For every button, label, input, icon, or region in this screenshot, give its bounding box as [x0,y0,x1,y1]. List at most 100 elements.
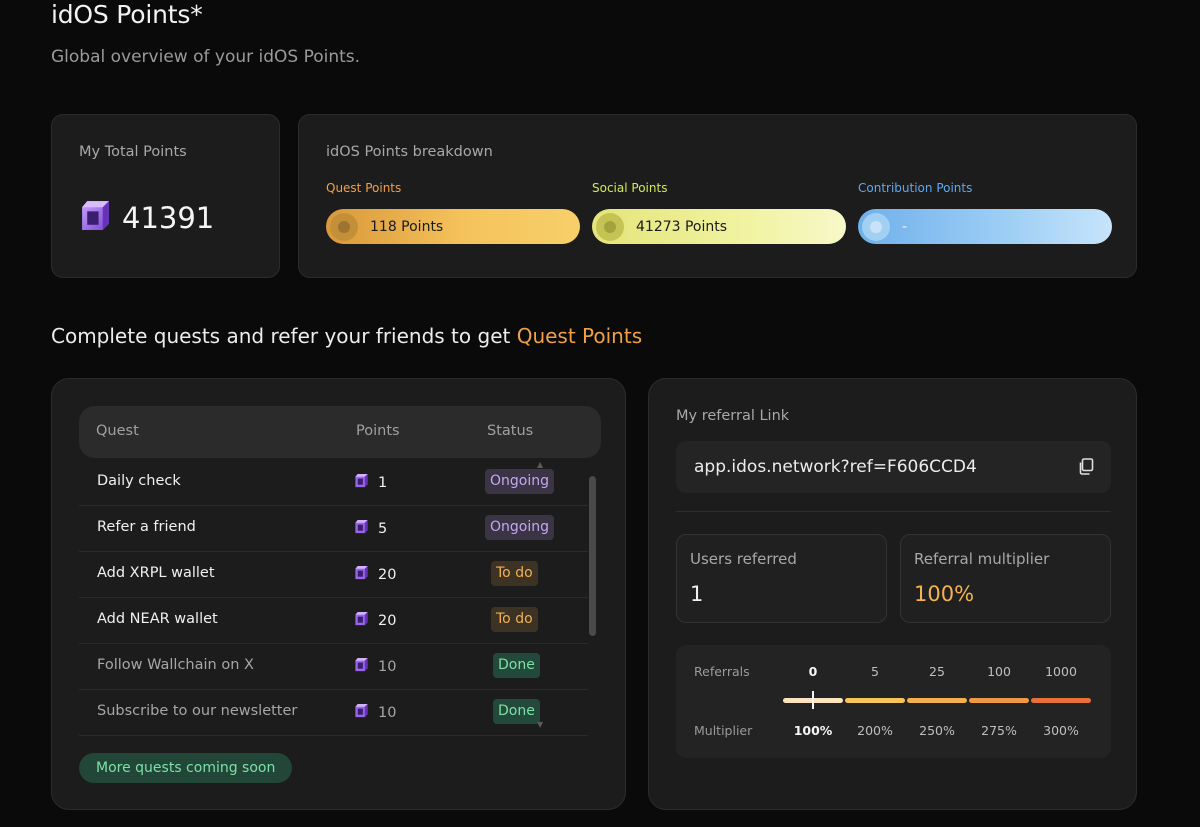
quest-points-value: 10 [378,658,397,675]
status-badge: To do [491,561,538,586]
tier-segment [845,698,905,703]
quests-section-heading: Complete quests and refer your friends t… [51,324,642,348]
tiers-referrals-label: Referrals [694,664,750,679]
quest-name: Refer a friend [97,519,196,535]
referral-card: My referral Link app.idos.network?ref=F6… [648,378,1137,810]
social-points-label: Social Points [592,181,668,195]
column-header-points: Points [356,423,400,439]
total-points-row: 41391 [79,199,214,236]
referral-divider [676,511,1111,512]
social-points-knob-icon [596,212,624,241]
quest-points: 10 [354,703,396,722]
quest-name: Add XRPL wallet [97,565,215,581]
tier-multiplier-value: 100% [793,723,833,738]
cube-points-icon [354,703,369,722]
referral-multiplier-value: 100% [914,582,975,606]
cube-points-icon [354,565,369,584]
total-points-card: My Total Points 41391 [51,114,280,278]
quest-points: 20 [354,611,396,630]
quests-heading-accent: Quest Points [516,324,643,348]
points-breakdown-card: idOS Points breakdown Quest Points 118 P… [298,114,1137,278]
quests-heading-text: Complete quests and refer your friends t… [51,324,517,348]
referral-link-text[interactable]: app.idos.network?ref=F606CCD4 [694,457,977,477]
quest-points-label: Quest Points [326,181,402,195]
tier-referrals-value: 25 [929,664,945,679]
users-referred-box: Users referred 1 [676,534,887,623]
scroll-up-icon[interactable]: ▲ [537,460,543,469]
quest-points-value: 10 [378,704,397,721]
tier-referrals-value: 0 [808,664,818,679]
status-badge: To do [491,607,538,632]
contribution-points-item: Contribution Points - [858,181,1112,244]
tier-referrals-value: 5 [871,664,879,679]
more-quests-badge: More quests coming soon [79,753,293,783]
status-badge: Ongoing [485,469,554,494]
total-points-label: My Total Points [79,144,187,160]
total-points-value: 41391 [122,200,215,235]
copy-icon[interactable] [1078,458,1094,479]
users-referred-label: Users referred [690,550,797,568]
quest-points-pill: 118 Points [326,209,580,244]
referral-link-box[interactable]: app.idos.network?ref=F606CCD4 [676,441,1111,493]
cube-points-icon [354,611,369,630]
cube-points-icon [354,657,369,676]
tier-multiplier-value: 250% [919,723,955,738]
cube-points-icon [79,199,112,236]
social-points-pill: 41273 Points [592,209,846,244]
page-subtitle: Global overview of your idOS Points. [51,47,361,67]
quest-points: 20 [354,565,396,584]
quest-name: Subscribe to our newsletter [97,703,298,719]
tier-multiplier-value: 200% [857,723,893,738]
users-referred-value: 1 [690,582,704,606]
tier-multiplier-value: 275% [981,723,1017,738]
cube-points-icon [354,473,369,492]
current-tier-marker [812,691,814,709]
quest-row[interactable]: Follow Wallchain on X 10 Done [79,644,588,690]
column-header-quest: Quest [96,423,139,439]
tier-referrals-value: 1000 [1045,664,1077,679]
contribution-points-label: Contribution Points [858,181,973,195]
tier-segment [969,698,1029,703]
quest-points: 5 [354,519,387,538]
quest-row[interactable]: Subscribe to our newsletter 10 Done [79,690,588,736]
quest-name: Follow Wallchain on X [97,657,254,673]
quest-points-knob-icon [330,212,358,241]
status-badge: Done [493,653,540,678]
quest-row[interactable]: Add NEAR wallet 20 To do [79,598,588,644]
quest-row[interactable]: Add XRPL wallet 20 To do [79,552,588,598]
quest-points-value: 5 [378,520,388,537]
referral-multiplier-label: Referral multiplier [914,550,1050,568]
scroll-down-icon[interactable]: ▼ [537,720,543,729]
breakdown-label: idOS Points breakdown [326,144,493,160]
quest-points-value: 20 [378,566,397,583]
quest-points-value: 118 Points [370,218,444,235]
quest-name: Add NEAR wallet [97,611,218,627]
tier-segment [907,698,967,703]
referral-tiers: Referrals Multiplier 0 100% 5 200% 25 250% 100… [676,645,1111,758]
column-header-status: Status [487,423,534,439]
quests-table-header: Quest Points Status [79,406,601,458]
contribution-points-pill: - [858,209,1112,244]
tier-multiplier-value: 300% [1043,723,1079,738]
quest-points-value: 1 [378,474,388,491]
contribution-points-knob-icon [862,212,890,241]
quest-points-item: Quest Points 118 Points [326,181,580,244]
quest-row[interactable]: Refer a friend 5 Ongoing [79,506,588,552]
quest-points: 10 [354,657,396,676]
quest-points-value: 20 [378,612,397,629]
quests-table-body: Daily check 1 Ongoing Refer a friend 5 Ongoin… [79,460,588,736]
referral-link-label: My referral Link [676,408,790,424]
page-title: idOS Points* [51,0,203,29]
tier-segment [1031,698,1091,703]
referral-multiplier-box: Referral multiplier 100% [900,534,1111,623]
quest-points: 1 [354,473,387,492]
tiers-multiplier-label: Multiplier [694,723,753,738]
status-badge: Ongoing [485,515,554,540]
cube-points-icon [354,519,369,538]
quest-row[interactable]: Daily check 1 Ongoing [79,460,588,506]
tier-referrals-value: 100 [987,664,1011,679]
quest-name: Daily check [97,473,181,489]
quests-scrollbar[interactable] [589,476,596,636]
social-points-value: 41273 Points [636,218,728,235]
quests-card: Quest Points Status Daily check 1 Ongoing R… [51,378,626,810]
